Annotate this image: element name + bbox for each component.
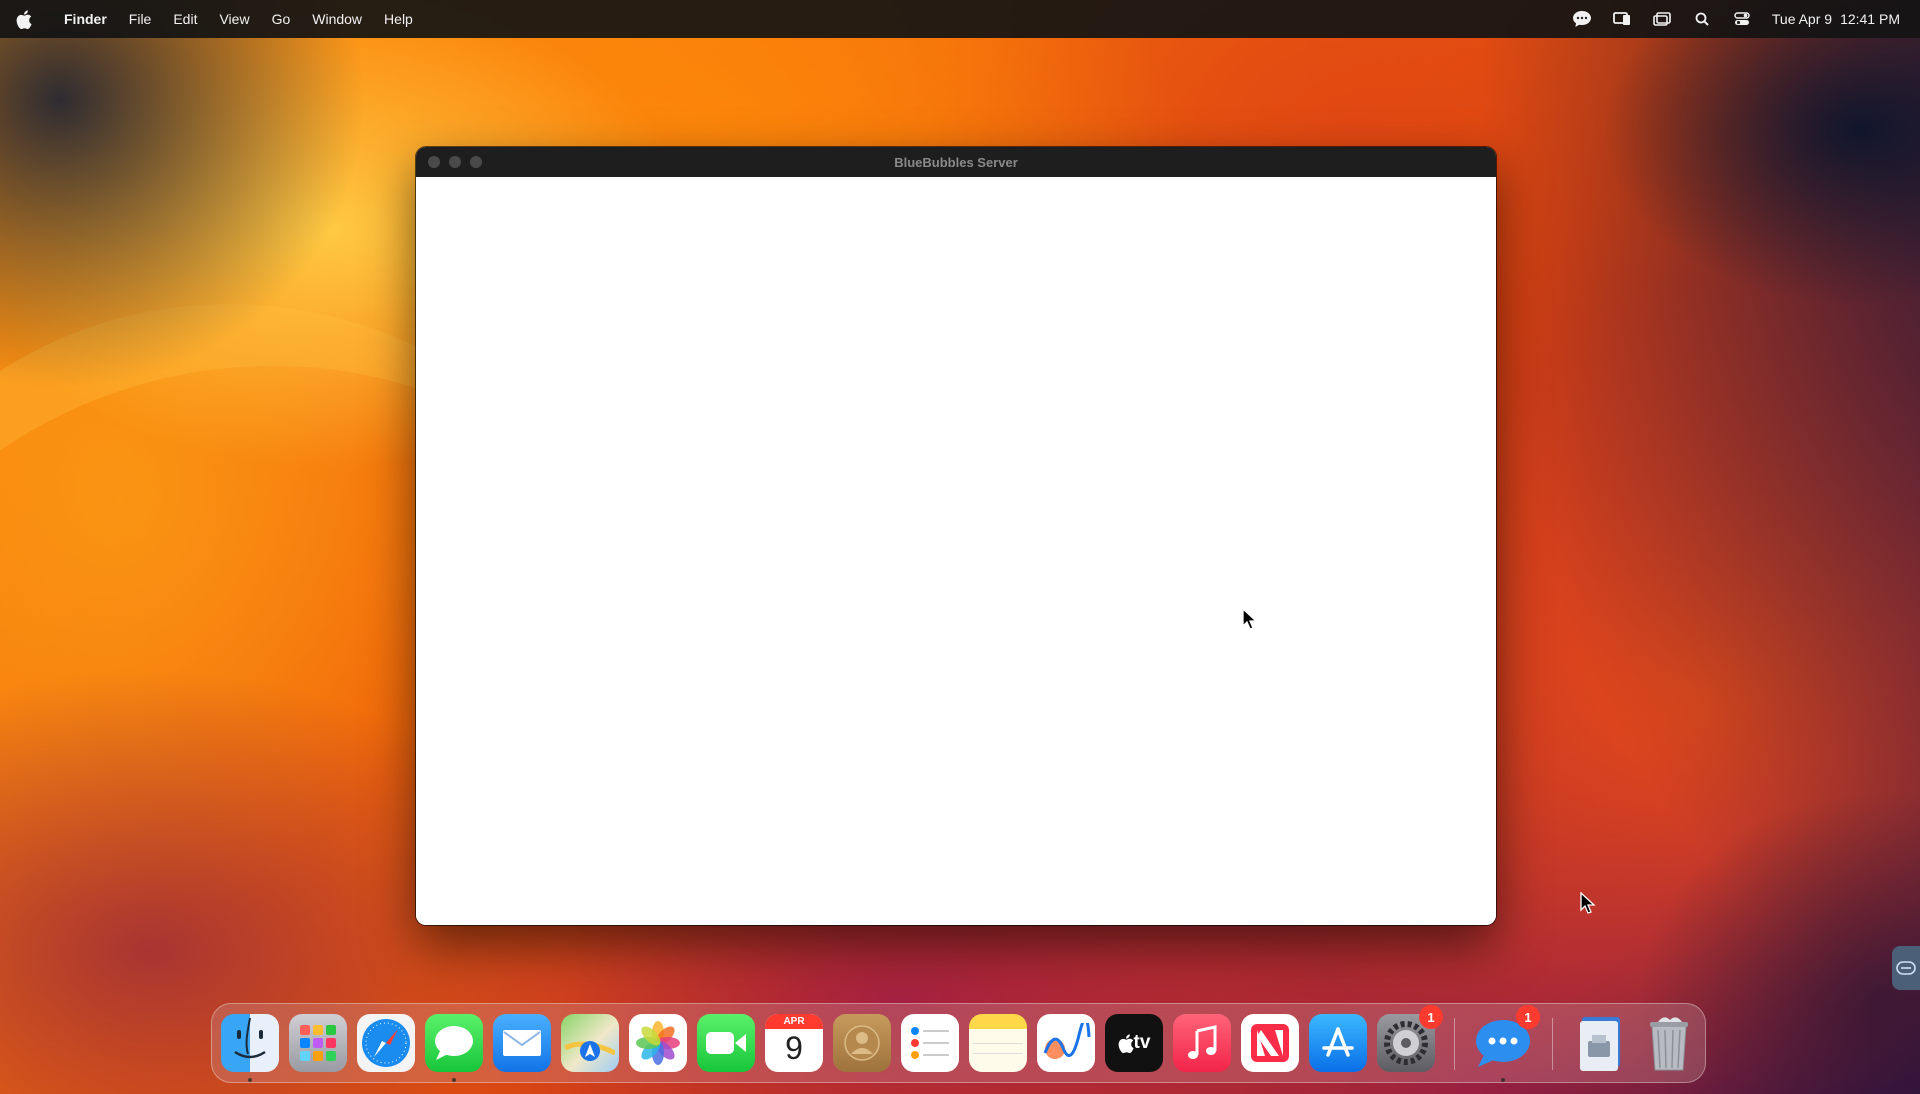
notes-lines-icon (973, 1043, 1023, 1054)
window-titlebar[interactable]: BlueBubbles Server (416, 147, 1496, 177)
gear-icon (1384, 1021, 1428, 1065)
dock-calendar[interactable]: APR 9 (765, 1014, 823, 1072)
running-indicator (248, 1078, 252, 1082)
dock-separator (1454, 1018, 1455, 1070)
dock-contacts[interactable] (833, 1014, 891, 1072)
clock-time: 12:41 PM (1840, 11, 1900, 27)
zoom-window-button[interactable] (470, 156, 482, 168)
music-note-icon (1188, 1025, 1217, 1059)
notification-badge: 1 (1516, 1005, 1540, 1029)
apple-logo-icon (1118, 1033, 1134, 1053)
dock-separator (1552, 1018, 1553, 1070)
news-icon (1251, 1024, 1289, 1062)
dock-notes[interactable] (969, 1014, 1027, 1072)
dock-photos[interactable] (629, 1014, 687, 1072)
menu-app-name[interactable]: Finder (52, 0, 118, 38)
dock-tv[interactable]: tv (1105, 1014, 1163, 1072)
dock: APR 9 tv 1 1 (211, 1003, 1706, 1083)
calendar-month: APR (765, 1014, 823, 1029)
dock-finder[interactable] (221, 1014, 279, 1082)
menu-help[interactable]: Help (373, 0, 424, 38)
stage-manager-icon[interactable] (1652, 10, 1672, 28)
trash-bin-icon (1650, 1017, 1688, 1071)
menu-window[interactable]: Window (301, 0, 373, 38)
app-store-icon (1322, 1027, 1354, 1057)
dock-launchpad[interactable] (289, 1014, 347, 1072)
mouse-pointer-icon (1580, 892, 1596, 914)
menu-view[interactable]: View (208, 0, 260, 38)
clock-date: Tue Apr 9 (1771, 11, 1833, 27)
downloads-stack-icon (1580, 1017, 1620, 1071)
dock-mail[interactable] (493, 1014, 551, 1072)
window-controls (428, 156, 482, 168)
running-indicator (1501, 1078, 1505, 1082)
safari-compass-icon (362, 1019, 410, 1067)
dock-freeform[interactable] (1037, 1014, 1095, 1072)
dock-system-settings[interactable]: 1 (1377, 1005, 1443, 1072)
dock-trash[interactable] (1640, 1014, 1698, 1072)
dock-safari[interactable] (357, 1014, 415, 1072)
bluebubbles-server-window: BlueBubbles Server (416, 147, 1496, 925)
close-window-button[interactable] (428, 156, 440, 168)
photos-flower-icon (636, 1021, 680, 1065)
contacts-person-icon (844, 1025, 880, 1061)
menu-edit[interactable]: Edit (162, 0, 208, 38)
mouse-pointer-icon (1242, 608, 1258, 630)
apple-menu-icon[interactable] (16, 8, 34, 30)
side-widget-tab[interactable] (1892, 946, 1920, 990)
reminders-list-icon (911, 1027, 949, 1059)
calendar-day: 9 (785, 1030, 803, 1066)
launchpad-grid-icon (300, 1025, 336, 1061)
menu-bar: Finder File Edit View Go Window Help Tue… (0, 0, 1920, 38)
notification-badge: 1 (1419, 1005, 1443, 1029)
maps-icon (565, 1041, 615, 1061)
dock-music[interactable] (1173, 1014, 1231, 1072)
dock-downloads[interactable] (1572, 1014, 1630, 1072)
dock-facetime[interactable] (697, 1014, 755, 1072)
messages-bubble-icon (435, 1026, 473, 1060)
dock-app-store[interactable] (1309, 1014, 1367, 1072)
window-content-area[interactable] (416, 177, 1496, 925)
facetime-camera-icon (706, 1032, 746, 1054)
dock-maps[interactable] (561, 1014, 619, 1072)
minimize-window-button[interactable] (449, 156, 461, 168)
dock-reminders[interactable] (901, 1014, 959, 1072)
mail-envelope-icon (503, 1030, 541, 1056)
dock-news[interactable] (1241, 1014, 1299, 1072)
dock-bluebubbles[interactable]: 1 (1474, 1005, 1540, 1082)
menu-go[interactable]: Go (261, 0, 302, 38)
menu-file[interactable]: File (118, 0, 163, 38)
screen-mirroring-icon[interactable] (1612, 10, 1632, 28)
tv-label: tv (1133, 1032, 1151, 1053)
menu-bar-clock[interactable]: Tue Apr 9 12:41 PM (1772, 11, 1900, 27)
messages-status-icon[interactable] (1572, 10, 1592, 28)
dock-messages[interactable] (425, 1014, 483, 1082)
finder-face-icon (234, 1017, 266, 1059)
running-indicator (452, 1078, 456, 1082)
freeform-scribble-icon (1043, 1023, 1091, 1059)
window-title: BlueBubbles Server (894, 154, 1018, 170)
spotlight-search-icon[interactable] (1692, 10, 1712, 28)
control-center-icon[interactable] (1732, 10, 1752, 28)
